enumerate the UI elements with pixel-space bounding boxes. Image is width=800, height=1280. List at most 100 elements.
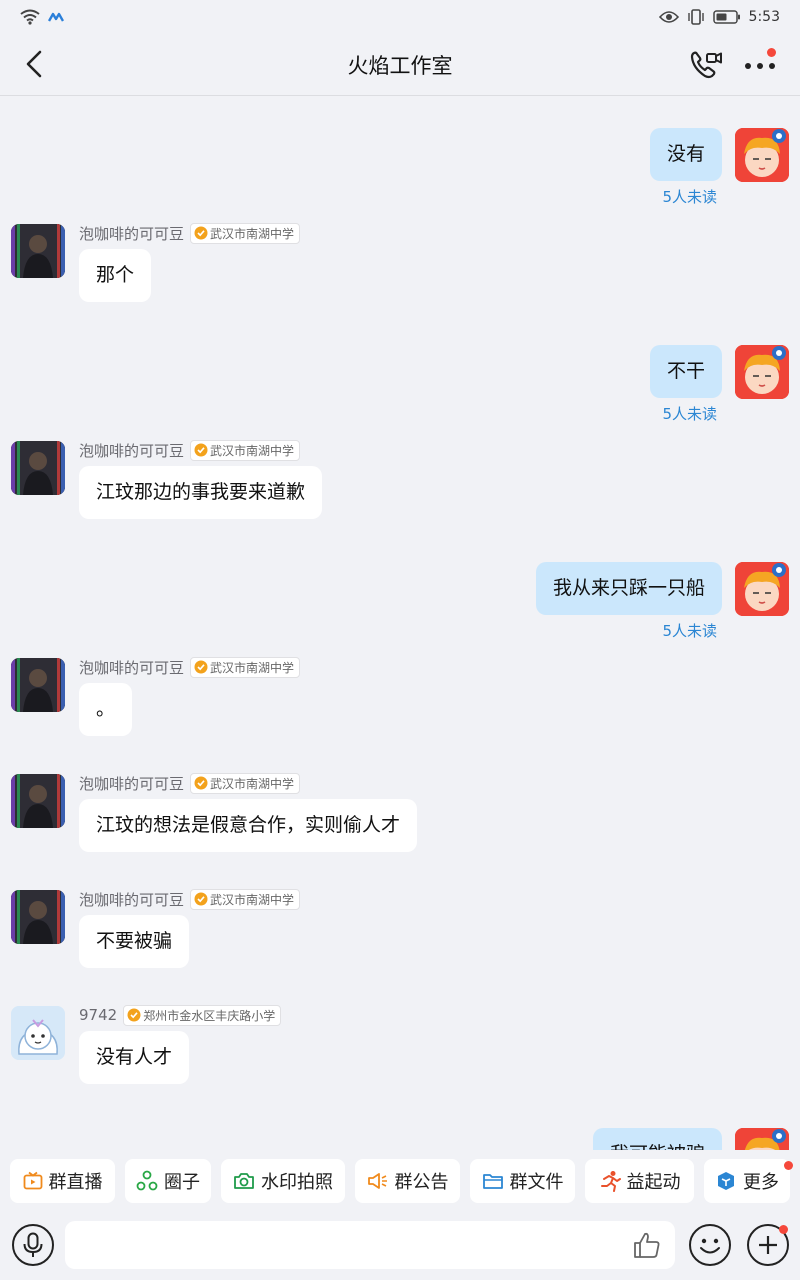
smiley-icon (700, 1238, 720, 1254)
chip-label: 群公告 (394, 1172, 449, 1193)
avatar-cartoon-icon (735, 562, 789, 616)
vibrate-icon (687, 9, 705, 25)
school-name: 武汉市南湖中学 (210, 776, 295, 791)
message-input[interactable] (65, 1221, 675, 1269)
add-button[interactable] (747, 1224, 789, 1266)
avatar[interactable] (11, 1006, 65, 1060)
verified-badge-icon (194, 443, 208, 457)
school-tag[interactable]: 武汉市南湖中学 (190, 888, 301, 910)
sender-name[interactable]: 泡咖啡的可可豆 (79, 657, 184, 678)
chip-label: 益起动 (626, 1172, 681, 1193)
school-tag[interactable]: 郑州市金水区丰庆路小学 (123, 1004, 282, 1026)
message-bubble[interactable]: 没有人才 (79, 1031, 190, 1084)
sender-name[interactable]: 泡咖啡的可可豆 (79, 773, 184, 794)
sender-name[interactable]: 泡咖啡的可可豆 (79, 223, 184, 244)
notification-dot (779, 1225, 788, 1234)
sender-name[interactable]: 9742 (79, 1006, 117, 1024)
video-call-button[interactable] (688, 48, 724, 82)
school-name: 武汉市南湖中学 (210, 892, 295, 907)
school-tag[interactable]: 武汉市南湖中学 (190, 772, 301, 794)
thumbs-up-icon (634, 1232, 660, 1258)
school-name: 武汉市南湖中学 (210, 660, 295, 675)
sender-info: 泡咖啡的可可豆 武汉市南湖中学 (79, 222, 301, 244)
message-bubble[interactable]: 没有 (649, 128, 722, 181)
unread-count[interactable]: 5人未读 (662, 620, 717, 641)
app-notification-icon (48, 11, 64, 23)
more-options-button[interactable] (742, 46, 780, 80)
unread-count[interactable]: 5人未读 (662, 403, 717, 424)
message-bubble[interactable]: 不干 (649, 345, 722, 398)
runner-icon (600, 1171, 621, 1192)
school-tag[interactable]: 武汉市南湖中学 (190, 439, 301, 461)
message-bubble[interactable]: 我可能被骗 (592, 1128, 722, 1150)
sender-name[interactable]: 泡咖啡的可可豆 (79, 440, 184, 461)
avatar[interactable] (735, 1128, 789, 1150)
charity-button[interactable]: 益起动 (585, 1159, 694, 1203)
group-files-button[interactable]: 群文件 (470, 1159, 575, 1203)
avatar[interactable] (11, 658, 65, 712)
like-button[interactable] (632, 1230, 662, 1260)
avatar[interactable] (735, 345, 789, 399)
message-list[interactable]: 没有 5人未读 泡咖啡的可可豆 武汉市南湖中学 那个 不干 5人未读 泡咖啡的可… (0, 97, 800, 1150)
avatar-photo-icon (11, 890, 65, 944)
message-bubble[interactable]: 。 (79, 683, 133, 736)
live-stream-button[interactable]: 群直播 (10, 1159, 115, 1203)
school-tag[interactable]: 武汉市南湖中学 (190, 656, 301, 678)
chip-label: 圈子 (164, 1172, 200, 1193)
plus-icon (759, 1236, 777, 1254)
voice-button[interactable] (12, 1224, 54, 1266)
avatar-photo-icon (11, 658, 65, 712)
sender-info: 泡咖啡的可可豆 武汉市南湖中学 (79, 656, 301, 678)
message-bubble[interactable]: 那个 (79, 249, 152, 302)
emoji-button[interactable] (689, 1224, 731, 1266)
tv-icon (23, 1171, 42, 1190)
avatar[interactable] (735, 562, 789, 616)
chip-label: 群文件 (509, 1172, 564, 1193)
message-bubble[interactable]: 我从来只踩一只船 (535, 562, 722, 615)
microphone-icon (23, 1232, 43, 1257)
status-bar: 5:53 (0, 0, 800, 34)
chip-label: 水印拍照 (261, 1172, 333, 1193)
school-tag[interactable]: 武汉市南湖中学 (190, 222, 301, 244)
avatar[interactable] (735, 128, 789, 182)
avatar-photo-icon (11, 224, 65, 278)
message-bubble[interactable]: 江玟那边的事我要来道歉 (79, 466, 323, 519)
school-name: 武汉市南湖中学 (210, 443, 295, 458)
input-bar (0, 1214, 800, 1280)
sender-info: 泡咖啡的可可豆 武汉市南湖中学 (79, 772, 301, 794)
avatar[interactable] (11, 774, 65, 828)
chip-label: 更多 (743, 1172, 779, 1193)
chip-label: 群直播 (48, 1172, 103, 1193)
unread-count[interactable]: 5人未读 (662, 186, 717, 207)
verified-badge-icon (194, 226, 208, 240)
group-toolbar: 群直播 圈子 水印拍照 群公告 群文件 益起动 更多 (0, 1159, 800, 1205)
message-bubble[interactable]: 不要被骗 (79, 915, 190, 968)
watermark-camera-button[interactable]: 水印拍照 (221, 1159, 345, 1203)
sender-info: 泡咖啡的可可豆 武汉市南湖中学 (79, 439, 301, 461)
avatar[interactable] (11, 890, 65, 944)
avatar-photo-icon (11, 441, 65, 495)
verified-badge-icon (127, 1008, 141, 1022)
notification-dot (767, 48, 776, 57)
verified-badge-icon (194, 776, 208, 790)
verified-badge-icon (194, 660, 208, 674)
more-apps-button[interactable]: 更多 (704, 1159, 793, 1203)
chat-header: 火焰工作室 (0, 34, 800, 96)
battery-icon (712, 10, 741, 24)
wifi-icon (20, 9, 40, 25)
message-bubble[interactable]: 江玟的想法是假意合作，实则偷人才 (79, 799, 418, 852)
avatar[interactable] (11, 441, 65, 495)
sender-name[interactable]: 泡咖啡的可可豆 (79, 889, 184, 910)
phone-video-icon (690, 51, 722, 79)
circle-button[interactable]: 圈子 (125, 1159, 211, 1203)
avatar-cartoon-icon (735, 128, 789, 182)
sender-info: 泡咖啡的可可豆 武汉市南湖中学 (79, 888, 301, 910)
announcement-button[interactable]: 群公告 (355, 1159, 460, 1203)
avatar-cartoon-icon (735, 1128, 789, 1150)
school-name: 郑州市金水区丰庆路小学 (143, 1008, 276, 1023)
circle-group-icon (136, 1170, 158, 1191)
status-time: 5:53 (748, 9, 780, 25)
avatar-cartoon-icon (735, 345, 789, 399)
chat-title: 火焰工作室 (347, 54, 453, 78)
avatar[interactable] (11, 224, 65, 278)
